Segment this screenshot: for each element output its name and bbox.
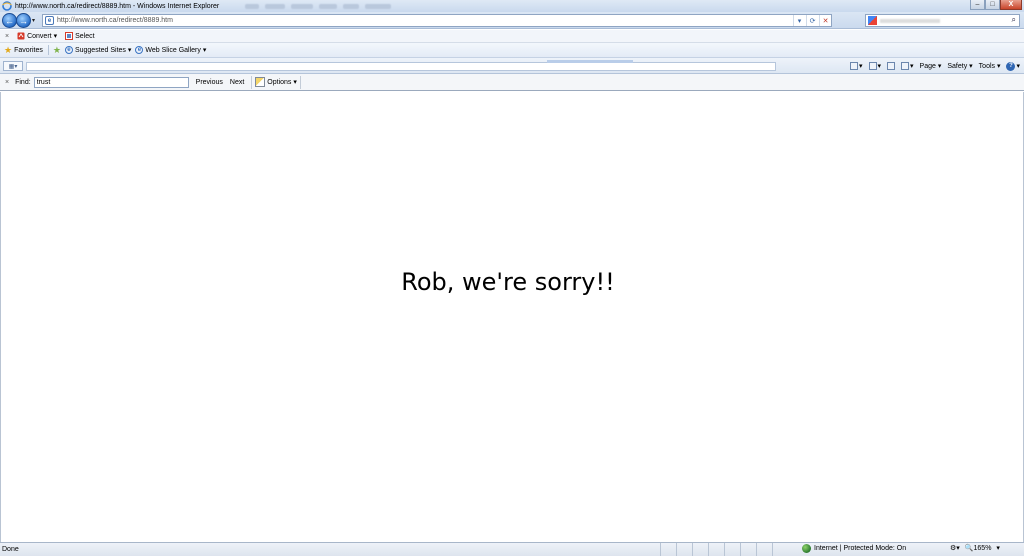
print-button[interactable]: ▾ <box>901 62 914 70</box>
active-tab[interactable] <box>547 60 633 63</box>
zone-text: Internet | Protected Mode: On <box>814 545 907 552</box>
favorites-star-icon: ★ <box>4 44 13 55</box>
search-provider-icon <box>868 16 877 25</box>
favorites-bar: ★ Favorites ★ e Suggested Sites ▾ e Web … <box>0 43 1024 58</box>
protected-mode-dropdown[interactable]: ⚙▾ <box>950 544 960 552</box>
find-options-label: Options ▾ <box>267 79 297 86</box>
maximize-button[interactable]: □ <box>985 0 1000 10</box>
find-previous-button[interactable]: Previous <box>196 79 223 86</box>
home-icon <box>850 62 858 70</box>
tab-bar: ▦▾ ▾ ▾ ▾ Page ▾ Safety ▾ Tools ▾ ? ▾ <box>0 58 1024 74</box>
highlight-icon[interactable] <box>255 77 266 87</box>
recent-pages-dropdown[interactable]: ▾ <box>32 17 35 24</box>
home-button[interactable]: ▾ <box>850 62 863 70</box>
address-bar: ← → ▾ e http://www.north.ca/redirect/888… <box>0 12 1024 29</box>
blurred-menu-bar <box>245 3 392 9</box>
window-controls: – □ X <box>970 0 1022 10</box>
select-label: Select <box>75 32 95 40</box>
web-slice-gallery-link[interactable]: e Web Slice Gallery ▾ <box>135 46 206 54</box>
close-find-bar-icon[interactable]: × <box>5 79 9 86</box>
add-to-favorites-bar-button[interactable]: ★ <box>52 44 61 55</box>
add-favorite-icon: ★ <box>52 44 61 55</box>
feeds-icon <box>868 62 877 70</box>
status-bar: Done Internet | Protected Mode: On ⚙▾ 🔍1… <box>0 542 1024 556</box>
search-icon[interactable]: ⌕ <box>1012 15 1016 25</box>
page-icon: e <box>45 16 54 25</box>
read-mail-button[interactable] <box>887 62 896 70</box>
page-message: Rob, we're sorry!! <box>401 268 615 296</box>
url-dropdown-button[interactable]: ▾ <box>793 15 805 26</box>
safety-menu[interactable]: Safety ▾ <box>947 62 972 70</box>
command-bar: ▾ ▾ ▾ Page ▾ Safety ▾ Tools ▾ ? ▾ <box>850 60 1020 72</box>
suggested-sites-link[interactable]: e Suggested Sites ▾ <box>64 46 132 54</box>
favorites-label: Favorites <box>14 46 43 54</box>
find-input[interactable] <box>33 76 189 88</box>
zoom-dropdown-icon[interactable]: ▾ <box>996 544 1000 552</box>
url-icons: ▾ ⟳ ✕ <box>793 15 831 26</box>
close-window-button[interactable]: X <box>1000 0 1022 10</box>
security-zone[interactable]: Internet | Protected Mode: On <box>802 544 906 553</box>
help-menu[interactable]: ? ▾ <box>1006 61 1020 71</box>
mail-icon <box>887 62 896 70</box>
page-menu[interactable]: Page ▾ <box>920 62 942 70</box>
close-toolbar-icon[interactable]: × <box>5 33 9 40</box>
internet-explorer-logo-icon <box>2 1 12 11</box>
zoom-button[interactable]: 🔍165% <box>965 544 992 552</box>
status-text: Done <box>2 546 19 553</box>
pdf-convert-icon <box>17 32 25 40</box>
select-icon <box>65 32 74 40</box>
stop-icon[interactable]: ✕ <box>819 15 831 26</box>
find-options-button[interactable]: Options ▾ <box>251 75 301 89</box>
suggested-sites-icon: e <box>64 46 73 54</box>
zoom-level: 165% <box>973 545 992 552</box>
url-input[interactable]: e http://www.north.ca/redirect/8889.htm … <box>42 14 832 27</box>
find-bar: × Find: Previous Next Options ▾ <box>0 74 1024 91</box>
convert-label: Convert <box>27 32 52 40</box>
back-button[interactable]: ← <box>2 13 17 28</box>
quick-tabs-button[interactable]: ▦▾ <box>3 61 23 71</box>
convert-dropdown-icon[interactable]: ▾ <box>54 32 58 40</box>
suggested-sites-label: Suggested Sites ▾ <box>74 47 132 54</box>
print-icon <box>901 62 910 70</box>
tab-strip[interactable] <box>26 60 776 71</box>
find-label: Find: <box>15 78 31 86</box>
search-input[interactable]: ⌕ <box>865 14 1020 27</box>
web-slice-gallery-label: Web Slice Gallery ▾ <box>145 47 207 54</box>
forward-button[interactable]: → <box>16 13 31 28</box>
page-content: Rob, we're sorry!! <box>0 92 1024 542</box>
url-text: http://www.north.ca/redirect/8889.htm <box>57 17 173 24</box>
favorites-button[interactable]: ★ Favorites <box>4 44 43 55</box>
web-slice-gallery-icon: e <box>135 46 144 54</box>
help-icon: ? <box>1006 61 1016 71</box>
status-panes <box>660 543 788 556</box>
convert-toolbar: × Convert ▾ Select <box>0 30 1024 43</box>
blurred-search-text <box>880 19 940 23</box>
favorites-separator <box>47 45 49 55</box>
convert-button[interactable]: Convert ▾ <box>17 32 57 40</box>
window-title: http://www.north.ca/redirect/8889.htm - … <box>15 2 220 10</box>
refresh-icon[interactable]: ⟳ <box>806 15 818 26</box>
minimize-button[interactable]: – <box>970 0 985 10</box>
find-next-button[interactable]: Next <box>230 79 244 86</box>
select-button[interactable]: Select <box>65 32 95 40</box>
tools-menu[interactable]: Tools ▾ <box>979 62 1001 70</box>
title-bar: http://www.north.ca/redirect/8889.htm - … <box>0 0 1024 12</box>
feeds-button[interactable]: ▾ <box>868 62 881 70</box>
zoom-area: ⚙▾ 🔍165% ▾ <box>950 544 1000 552</box>
internet-zone-globe-icon <box>802 544 811 553</box>
